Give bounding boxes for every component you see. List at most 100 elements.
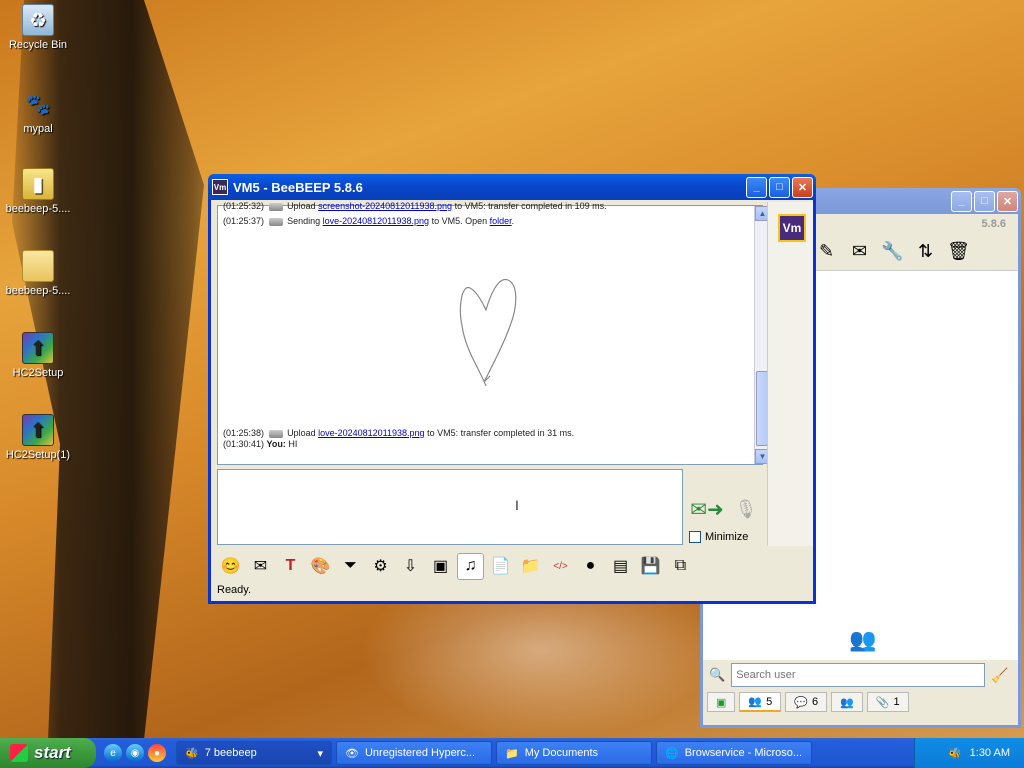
tab-shares[interactable]: 📎 1 bbox=[866, 692, 909, 712]
desktop-icon-label: beebeep-5.... bbox=[5, 203, 71, 215]
tab-conversations[interactable]: 💬 6 bbox=[785, 692, 828, 712]
desktop-icon-hc2setup-1[interactable]: ⬆ HC2Setup(1) bbox=[0, 414, 76, 461]
maximize-button[interactable]: □ bbox=[974, 190, 995, 212]
tab-count: 1 bbox=[893, 696, 900, 708]
user-avatar-vm[interactable]: Vm bbox=[778, 214, 806, 242]
taskbar-item-beebeep[interactable]: 🐝 7 beebeep ▾ bbox=[176, 741, 332, 765]
browser-quick-launch-icon[interactable]: ◉ bbox=[126, 744, 144, 762]
desktop-icon-beebeep-folder[interactable]: beebeep-5.... bbox=[0, 250, 76, 297]
trash-icon[interactable]: 🗑 bbox=[945, 238, 972, 265]
checkbox-box[interactable] bbox=[689, 531, 701, 543]
system-tray: 🐝 1:30 AM bbox=[914, 738, 1024, 768]
detach-window-icon[interactable]: ⧉ bbox=[667, 553, 694, 580]
screenshot-icon[interactable]: ▣ bbox=[427, 553, 454, 580]
save-chat-icon[interactable]: 💾 bbox=[637, 553, 664, 580]
filter-icon[interactable]: ⏷ bbox=[337, 553, 364, 580]
camera-icon[interactable]: ● bbox=[577, 553, 604, 580]
clock[interactable]: 1:30 AM bbox=[970, 747, 1010, 759]
tab-groups[interactable]: 👥 bbox=[831, 692, 863, 712]
microphone-icon: 🎙 bbox=[734, 498, 758, 519]
file-link[interactable]: screenshot-20240812011938.png bbox=[318, 201, 452, 211]
search-user-input[interactable] bbox=[731, 663, 986, 687]
text-font-icon[interactable]: T bbox=[277, 553, 304, 580]
task-label: 7 beebeep bbox=[204, 747, 257, 759]
chat-members-pane: Vm bbox=[767, 202, 813, 546]
internet-explorer-icon[interactable]: e bbox=[104, 744, 122, 762]
message-input[interactable]: I bbox=[217, 469, 683, 545]
groups-icon: 👥 bbox=[840, 696, 854, 709]
recycle-bin-icon: ♻ bbox=[22, 4, 54, 36]
tab-chat[interactable]: ▣ bbox=[707, 692, 736, 712]
main-toolbar: ✎ ✉ 🔧 ⇅ 🗑 bbox=[813, 238, 972, 265]
minimize-button[interactable]: _ bbox=[746, 176, 767, 198]
heart-drawing-image bbox=[459, 278, 517, 386]
send-folder-icon[interactable]: 📁 bbox=[517, 553, 544, 580]
notification-sound-icon[interactable]: ♫ bbox=[457, 552, 484, 580]
start-label: start bbox=[34, 743, 71, 762]
minimize-checkbox[interactable]: Minimize bbox=[689, 531, 748, 543]
write-message-icon[interactable]: ✉ bbox=[846, 238, 873, 265]
desktop-icon-recycle-bin[interactable]: ♻ Recycle Bin bbox=[0, 4, 76, 51]
taskbar-item-browservice[interactable]: 🌐 Browservice - Microso... bbox=[656, 741, 812, 765]
message-time: (01:30:41) bbox=[223, 439, 265, 449]
message-prefix: Upload bbox=[287, 428, 316, 438]
tab-users[interactable]: 👥 5 bbox=[739, 692, 782, 712]
chat-message: (01:25:32) Upload screenshot-20240812011… bbox=[223, 201, 607, 211]
minimize-button[interactable]: _ bbox=[951, 190, 972, 212]
users-group-icon: 👥 bbox=[849, 627, 877, 652]
email-icon[interactable]: ✉ bbox=[247, 553, 274, 580]
chrome-icon[interactable]: ● bbox=[148, 744, 166, 762]
maximize-button[interactable]: □ bbox=[769, 176, 790, 198]
message-time: (01:25:37) bbox=[223, 216, 265, 226]
message-time: (01:25:38) bbox=[223, 428, 265, 438]
color-picker-icon[interactable]: 🎨 bbox=[307, 553, 334, 580]
text-cursor-icon: I bbox=[515, 497, 519, 513]
close-button[interactable]: ✕ bbox=[792, 176, 813, 198]
task-label: Browservice - Microso... bbox=[684, 747, 803, 759]
file-link[interactable]: love-20240812011938.png bbox=[318, 428, 424, 438]
task-label: Unregistered Hyperc... bbox=[364, 747, 476, 759]
chat-window: Vm VM5 - BeeBEEP 5.8.6 _ □ ✕ (01:25:32) … bbox=[208, 174, 816, 604]
chat-history[interactable]: (01:25:32) Upload screenshot-20240812011… bbox=[217, 201, 770, 465]
message-suffix: to VM5. Open bbox=[431, 216, 488, 226]
file-transfer-icon bbox=[268, 202, 283, 211]
clear-chat-icon[interactable]: ▤ bbox=[607, 553, 634, 580]
file-link[interactable]: love-20240812011938.png bbox=[323, 216, 429, 226]
tab-count: 5 bbox=[766, 695, 773, 708]
message-text: HI bbox=[288, 439, 298, 449]
desktop-icon-mypal[interactable]: 🐾 mypal bbox=[0, 88, 76, 136]
message-suffix: to VM5: transfer completed in 31 ms. bbox=[427, 428, 575, 438]
emoticon-icon[interactable]: 😊 bbox=[217, 553, 244, 580]
settings-gear-icon[interactable]: ⚙ bbox=[367, 553, 394, 580]
clear-search-broom-icon[interactable]: 🧹 bbox=[991, 667, 1008, 684]
windows-logo-icon bbox=[10, 744, 28, 762]
beebeep-app-icon: Vm bbox=[212, 179, 228, 195]
send-file-icon[interactable]: 📄 bbox=[487, 553, 514, 580]
task-label: My Documents bbox=[524, 747, 599, 759]
beebeep-tray-icon[interactable]: 🐝 bbox=[948, 747, 962, 760]
desktop-icon-beebeep-zip[interactable]: ▮ beebeep-5.... bbox=[0, 168, 76, 215]
desktop-icon-label: Recycle Bin bbox=[8, 39, 68, 51]
taskbar-item-hypercam[interactable]: 👁 Unregistered Hyperc... bbox=[336, 741, 492, 765]
settings-tools-icon[interactable]: 🔧 bbox=[879, 238, 906, 265]
voice-message-button[interactable]: 🎙 bbox=[733, 494, 759, 524]
file-transfer-icon bbox=[268, 217, 283, 226]
taskbar: start e ◉ ● 🐝 7 beebeep ▾ 👁 Unregistered… bbox=[0, 738, 1024, 768]
title-bar[interactable]: Vm VM5 - BeeBEEP 5.8.6 _ □ ✕ bbox=[208, 174, 816, 200]
update-arrows-icon[interactable]: ⇅ bbox=[912, 238, 939, 265]
start-button[interactable]: start bbox=[0, 738, 96, 768]
download-tray-icon[interactable]: ⇩ bbox=[397, 553, 424, 580]
desktop-icon-hc2setup[interactable]: ⬆ HC2Setup bbox=[0, 332, 76, 379]
taskbar-item-my-documents[interactable]: 📁 My Documents bbox=[496, 741, 652, 765]
mypal-icon: 🐾 bbox=[25, 93, 51, 116]
send-message-button[interactable]: ✉➜ bbox=[689, 494, 725, 524]
search-icon: 🔍 bbox=[709, 667, 726, 682]
close-button[interactable]: ✕ bbox=[997, 190, 1018, 212]
edit-profile-icon[interactable]: ✎ bbox=[813, 238, 840, 265]
message-prefix: Upload bbox=[287, 201, 316, 211]
open-folder-link[interactable]: folder bbox=[490, 216, 512, 226]
html-code-icon[interactable]: </> bbox=[547, 553, 574, 580]
message-prefix: Sending bbox=[287, 216, 321, 226]
message-suffix: to VM5: transfer completed in 109 ms. bbox=[454, 201, 607, 211]
browser-icon: 🌐 bbox=[665, 747, 679, 760]
